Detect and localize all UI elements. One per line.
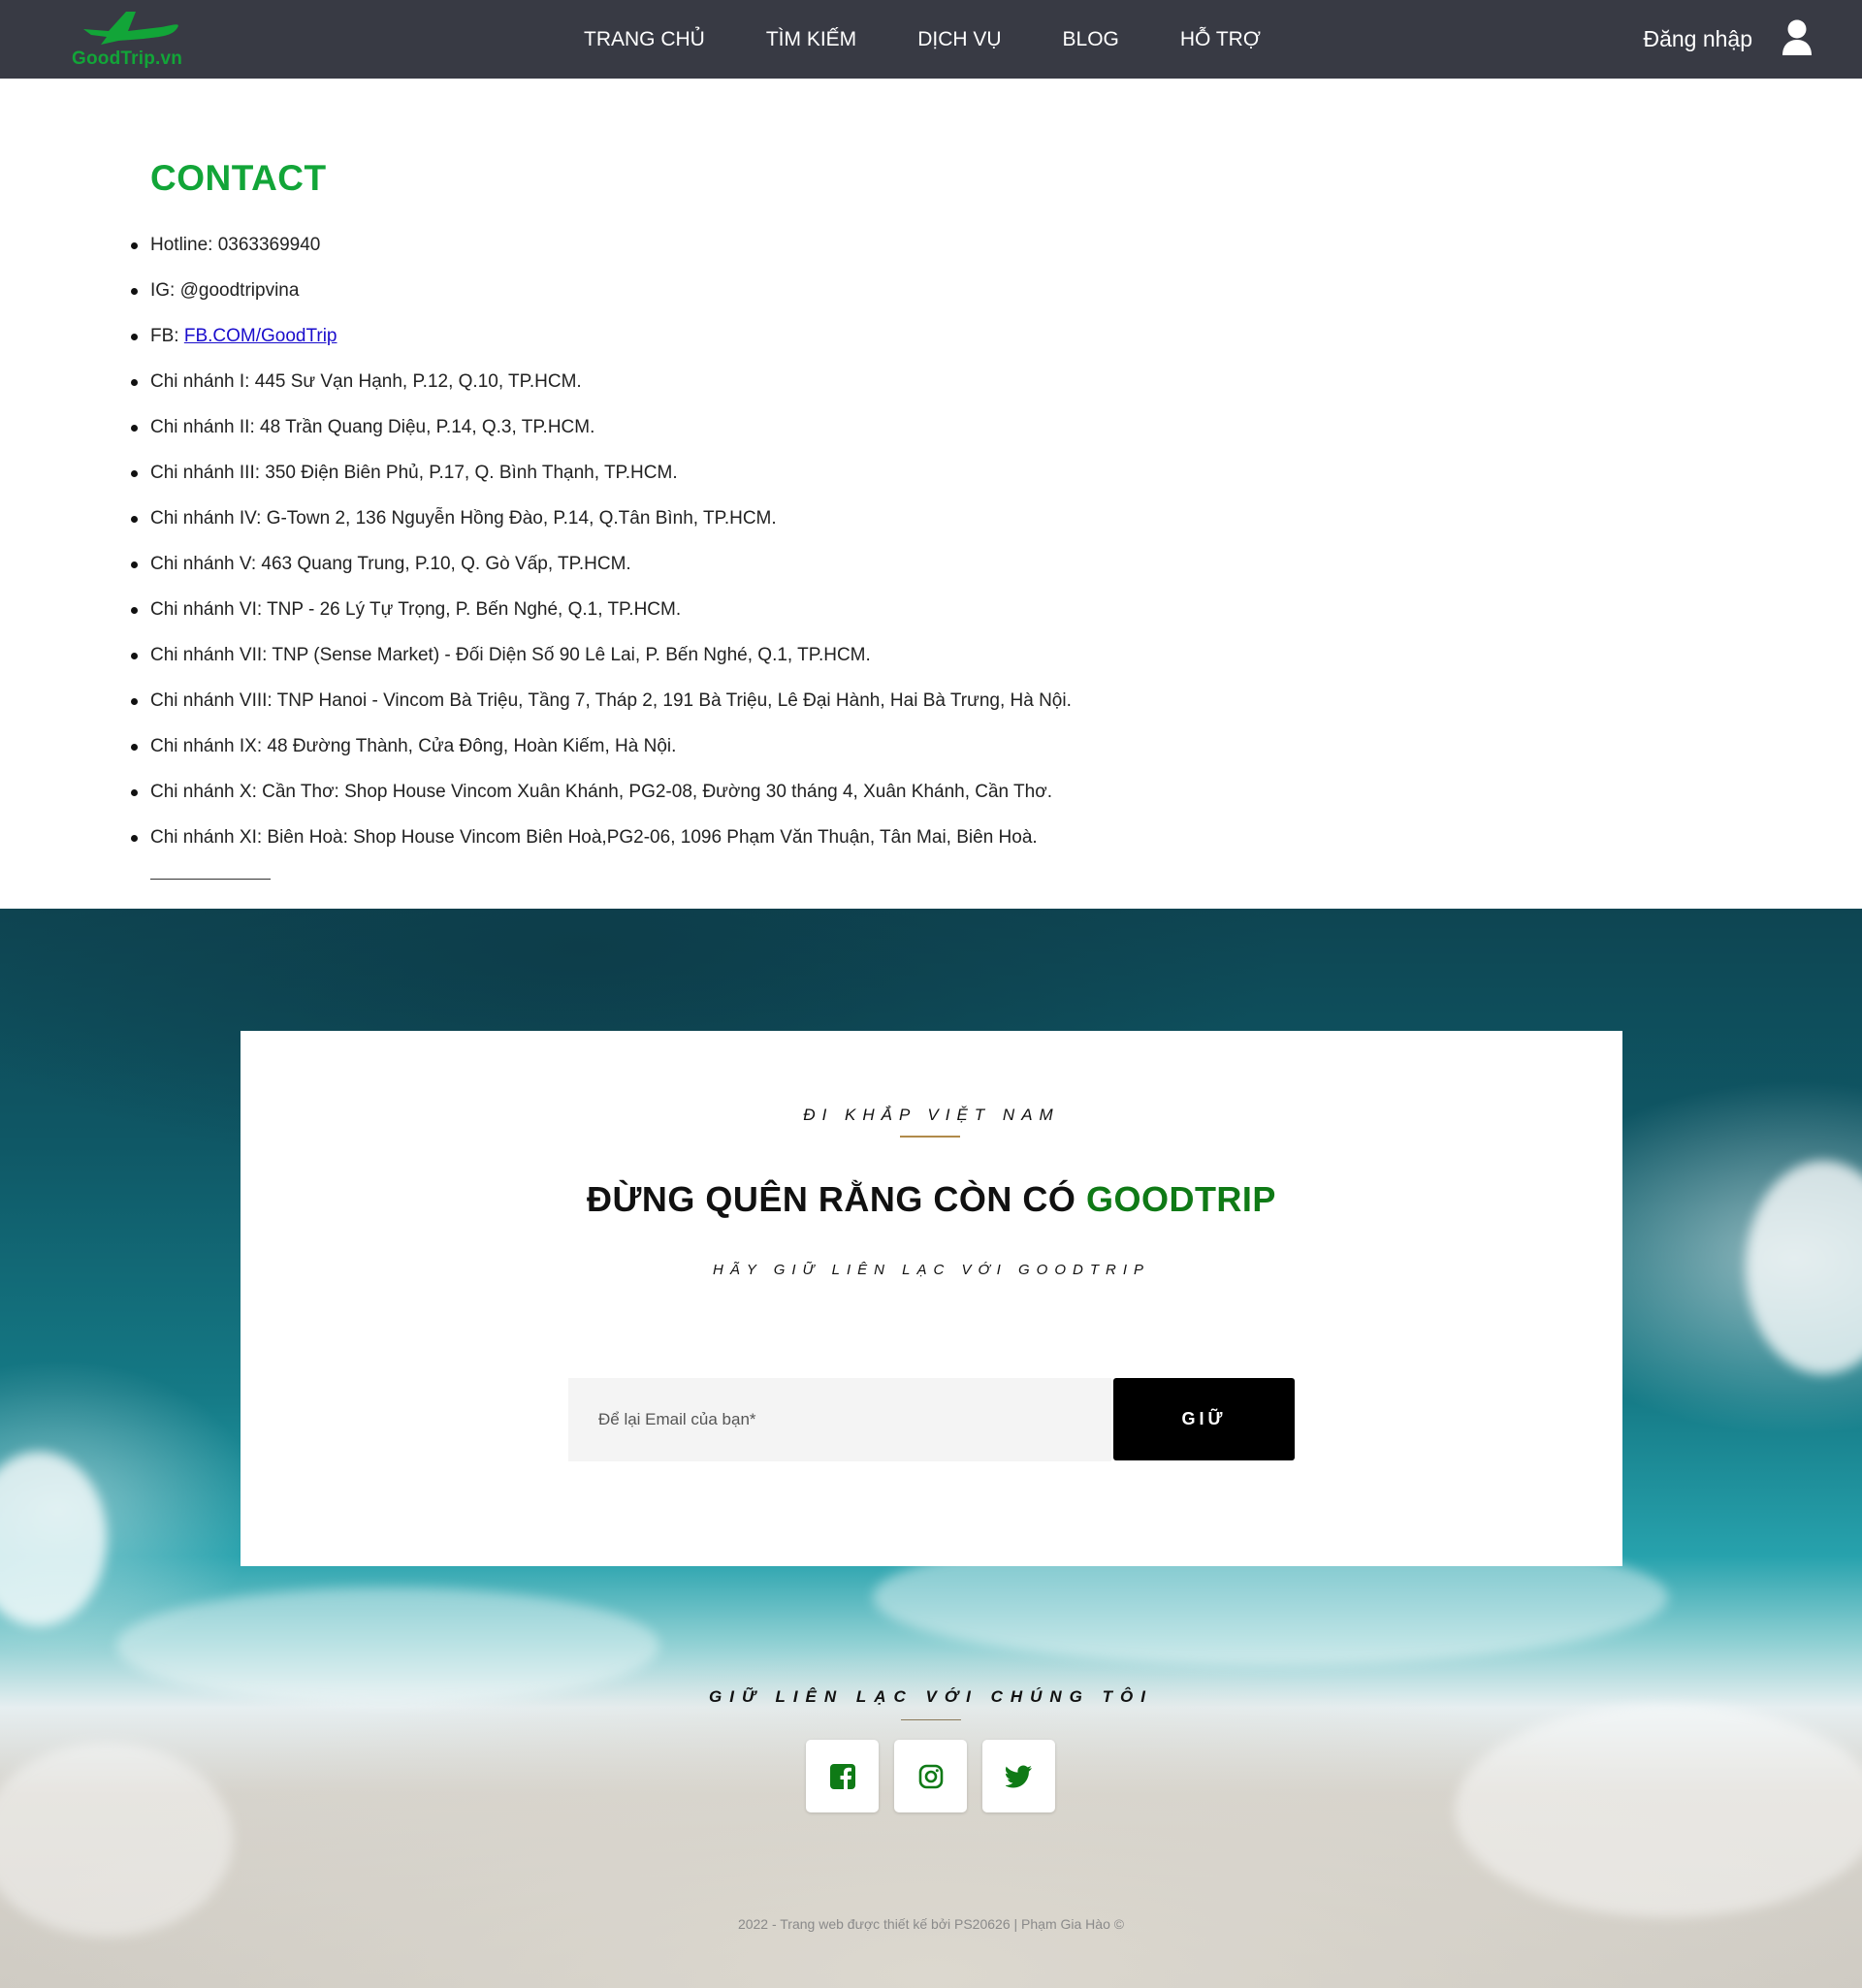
wave-foam — [0, 1743, 233, 1937]
branch-item: Chi nhánh XI: Biên Hoà: Shop House Vinco… — [131, 820, 1072, 866]
main-nav: TRANG CHỦ TÌM KIẾM DỊCH VỤ BLOG HỖ TRỢ — [584, 0, 1261, 79]
contact-divider — [150, 879, 271, 880]
newsletter-title-brand: GOODTRIP — [1085, 1179, 1276, 1219]
email-input[interactable] — [568, 1378, 1111, 1461]
wave-foam — [1746, 1161, 1862, 1374]
nav-support[interactable]: HỖ TRỢ — [1180, 28, 1261, 51]
kicker-divider — [900, 1136, 960, 1138]
facebook-link[interactable]: FB.COM/GoodTrip — [184, 326, 337, 346]
nav-home[interactable]: TRANG CHỦ — [584, 28, 705, 51]
branch-item: Chi nhánh VI: TNP - 26 Lý Tự Trọng, P. B… — [131, 593, 1072, 638]
contact-hotline: Hotline: 0363369940 — [131, 228, 1072, 273]
instagram-icon — [918, 1764, 943, 1788]
twitter-button[interactable] — [982, 1740, 1055, 1812]
subscribe-button[interactable]: GIỮ — [1113, 1378, 1295, 1460]
top-navbar: GoodTrip.vn TRANG CHỦ TÌM KIẾM DỊCH VỤ B… — [0, 0, 1862, 79]
copyright-text: 2022 - Trang web được thiết kế bởi PS206… — [737, 1916, 1125, 1932]
facebook-icon — [829, 1763, 855, 1789]
branch-item: Chi nhánh V: 463 Quang Trung, P.10, Q. G… — [131, 547, 1072, 593]
branch-item: Chi nhánh I: 445 Sư Vạn Hạnh, P.12, Q.10… — [131, 365, 1072, 410]
contact-title: CONTACT — [150, 158, 327, 198]
facebook-button[interactable] — [806, 1740, 879, 1812]
social-divider — [901, 1719, 961, 1720]
nav-blog[interactable]: BLOG — [1063, 28, 1119, 51]
branch-item: Chi nhánh VII: TNP (Sense Market) - Đối … — [131, 638, 1072, 684]
nav-services[interactable]: DỊCH VỤ — [917, 28, 1001, 51]
wave-foam — [0, 1452, 107, 1626]
contact-facebook: FB: FB.COM/GoodTrip — [131, 319, 1072, 365]
newsletter-kicker: ĐI KHẮP VIỆT NAM — [803, 1106, 1060, 1124]
contact-instagram: IG: @goodtripvina — [131, 273, 1072, 319]
facebook-label: FB: — [150, 326, 184, 346]
branch-item: Chi nhánh II: 48 Trần Quang Diệu, P.14, … — [131, 410, 1072, 456]
branch-item: Chi nhánh VIII: TNP Hanoi - Vincom Bà Tr… — [131, 684, 1072, 729]
contact-list: Hotline: 0363369940 IG: @goodtripvina FB… — [131, 228, 1072, 866]
user-icon[interactable] — [1781, 19, 1814, 56]
nav-search[interactable]: TÌM KIẾM — [766, 28, 856, 51]
airplane-icon — [83, 12, 178, 45]
branch-item: Chi nhánh III: 350 Điện Biên Phủ, P.17, … — [131, 456, 1072, 501]
newsletter-card: ĐI KHẮP VIỆT NAM ĐỪNG QUÊN RẰNG CÒN CÓ G… — [241, 1031, 1622, 1566]
login-link[interactable]: Đăng nhập — [1643, 0, 1752, 79]
branch-item: Chi nhánh IX: 48 Đường Thành, Cửa Đông, … — [131, 729, 1072, 775]
newsletter-subtitle: HÃY GIỮ LIÊN LẠC VỚI GOODTRIP — [712, 1262, 1151, 1278]
newsletter-title: ĐỪNG QUÊN RẰNG CÒN CÓ GOODTRIP — [241, 1179, 1622, 1220]
wave-foam — [116, 1587, 659, 1704]
newsletter-title-text: ĐỪNG QUÊN RẰNG CÒN CÓ — [587, 1179, 1086, 1219]
twitter-icon — [1005, 1765, 1032, 1787]
social-kicker: GIỮ LIÊN LẠC VỚI CHÚNG TÔI — [709, 1687, 1153, 1706]
wave-foam — [1455, 1704, 1862, 1917]
logo-text: GoodTrip.vn — [72, 48, 183, 69]
brand-logo[interactable]: GoodTrip.vn — [68, 6, 194, 74]
branch-item: Chi nhánh IV: G-Town 2, 136 Nguyễn Hồng … — [131, 501, 1072, 547]
branch-item: Chi nhánh X: Cần Thơ: Shop House Vincom … — [131, 775, 1072, 820]
social-links — [806, 1740, 1055, 1812]
instagram-button[interactable] — [894, 1740, 967, 1812]
